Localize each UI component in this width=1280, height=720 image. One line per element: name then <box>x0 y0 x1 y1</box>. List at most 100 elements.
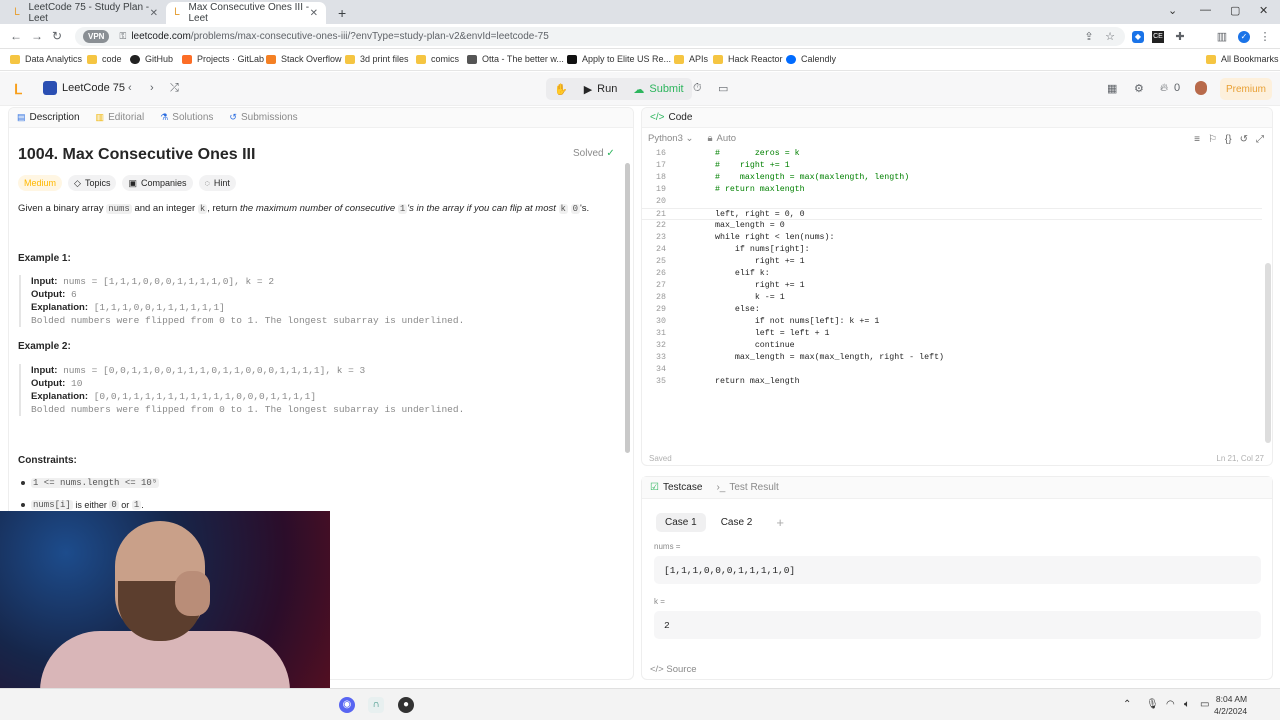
minimize-icon[interactable]: — <box>1200 4 1211 16</box>
submit-button[interactable]: ☁ Submit <box>625 78 691 100</box>
avatar[interactable] <box>1195 81 1207 95</box>
premium-button[interactable]: Premium <box>1220 78 1272 100</box>
study-plan-link[interactable]: LeetCode 75 <box>43 81 125 95</box>
new-tab-button[interactable]: + <box>330 2 354 24</box>
timer-icon[interactable]: ⏱ <box>693 82 702 95</box>
browser-tab-study-plan[interactable]: ᒪ LeetCode 75 - Study Plan - Leet ✕ <box>6 2 166 24</box>
bookmark-apis[interactable]: APIs <box>674 54 708 64</box>
browser-tab-problem[interactable]: ᒪ Max Consecutive Ones III - Leet ✕ <box>166 2 326 24</box>
fullscreen-icon[interactable]: ⤢ <box>1256 134 1264 145</box>
close-icon[interactable]: ✕ <box>150 8 158 19</box>
bookmark-comics[interactable]: comics <box>416 54 459 64</box>
code-line[interactable]: 24 if nums[right]: <box>642 244 1262 256</box>
vpn-badge[interactable]: VPN <box>83 30 110 43</box>
bookmark-stack-overflow[interactable]: Stack Overflow <box>266 54 342 64</box>
code-line[interactable]: 17 # right += 1 <box>642 160 1262 172</box>
forward-icon[interactable]: → <box>31 29 43 43</box>
code-tab[interactable]: </> Code <box>642 108 1272 128</box>
menu-dots-icon[interactable]: ⋮ <box>1259 31 1271 43</box>
site-info-icon[interactable]: ⚿ <box>119 31 126 42</box>
chevron-down-icon[interactable]: ⌄ <box>1168 4 1177 17</box>
code-line[interactable]: 19 # return maxlength <box>642 184 1262 196</box>
bookmark-gitlab[interactable]: Projects · GitLab <box>182 54 264 64</box>
tab-description[interactable]: ▤ Description <box>17 112 80 123</box>
close-window-icon[interactable]: ✕ <box>1259 4 1268 17</box>
code-line[interactable]: 31 left = left + 1 <box>642 328 1262 340</box>
code-line[interactable]: 22 max_length = 0 <box>642 220 1262 232</box>
editor-scrollbar[interactable] <box>1265 263 1271 443</box>
bookmark-3d-print[interactable]: 3d print files <box>345 54 409 64</box>
code-line[interactable]: 16 # zeros = k <box>642 148 1262 160</box>
battery-icon[interactable]: ▭ <box>1200 699 1209 710</box>
topics-button[interactable]: ◇ Topics <box>68 175 117 191</box>
bookmark-github[interactable]: GitHub <box>130 54 173 64</box>
chevron-up-icon[interactable]: ⌃ <box>1123 699 1131 710</box>
case-1-tab[interactable]: Case 1 <box>656 513 706 532</box>
debug-button[interactable]: ✋ <box>546 78 576 100</box>
scrollbar[interactable] <box>625 163 630 453</box>
settings-gear-icon[interactable]: ⚙ <box>1134 82 1144 95</box>
run-button[interactable]: ▶ Run <box>576 78 626 100</box>
language-select[interactable]: Python3 ⌄ <box>648 133 693 144</box>
share-icon[interactable]: ⇪ <box>1083 31 1095 43</box>
reset-icon[interactable]: ↺ <box>1240 134 1248 145</box>
companies-button[interactable]: ▣ Companies <box>122 175 193 191</box>
bookmark-data-analytics[interactable]: Data Analytics <box>10 54 82 64</box>
k-input[interactable]: 2 <box>654 611 1261 639</box>
close-icon[interactable]: ✕ <box>310 8 318 19</box>
tab-submissions[interactable]: ↺ Submissions <box>229 112 297 123</box>
clock[interactable]: 8:04 AM 4/2/2024 <box>1214 693 1247 717</box>
volume-icon[interactable]: 🔈︎ <box>1184 699 1190 710</box>
code-line[interactable]: 20 <box>642 196 1262 208</box>
code-line[interactable]: 33 max_length = max(max_length, right - … <box>642 352 1262 364</box>
tab-editorial[interactable]: ▥ Editorial <box>96 112 145 123</box>
app-icon[interactable]: ∩ <box>368 697 384 713</box>
source-link[interactable]: </> Source <box>650 664 697 675</box>
tab-testcase[interactable]: ☑ Testcase <box>650 482 702 493</box>
auto-mode[interactable]: Auto <box>717 133 737 144</box>
tab-test-result[interactable]: ›_ Test Result <box>716 482 778 493</box>
url-bar[interactable]: VPN ⚿ leetcode.com/problems/max-consecut… <box>75 27 1125 46</box>
code-line[interactable]: 28 k -= 1 <box>642 292 1262 304</box>
code-line[interactable]: 32 continue <box>642 340 1262 352</box>
all-bookmarks[interactable]: All Bookmarks <box>1206 54 1279 64</box>
wifi-icon[interactable]: ◠ <box>1166 699 1175 710</box>
maximize-icon[interactable]: ▢ <box>1230 4 1240 17</box>
shuffle-icon[interactable]: ⤮ <box>170 82 179 95</box>
profile-icon[interactable]: ✓ <box>1238 31 1250 43</box>
code-line[interactable]: 21 left, right = 0, 0 <box>642 208 1262 220</box>
layout-icon[interactable]: ▦ <box>1107 82 1117 95</box>
bookmark-icon[interactable]: ⚐ <box>1208 134 1217 145</box>
streak-fire-icon[interactable]: 🔥︎ <box>1160 82 1168 95</box>
star-icon[interactable]: ☆ <box>1104 31 1116 43</box>
discord-icon[interactable]: ◉ <box>339 697 355 713</box>
bookmark-calendly[interactable]: Calendly <box>786 54 836 64</box>
prev-problem-icon[interactable]: ‹ <box>128 82 132 94</box>
add-case-button[interactable]: + <box>767 511 793 534</box>
extension-ce-icon[interactable]: CE <box>1152 31 1164 43</box>
obs-icon[interactable]: ● <box>398 697 414 713</box>
case-2-tab[interactable]: Case 2 <box>712 513 762 532</box>
bookmark-code[interactable]: code <box>87 54 122 64</box>
code-line[interactable]: 30 if not nums[left]: k += 1 <box>642 316 1262 328</box>
bookmark-otta[interactable]: Otta - The better w... <box>467 54 564 64</box>
code-line[interactable]: 34 <box>642 364 1262 376</box>
reload-icon[interactable]: ↻ <box>52 29 62 43</box>
code-line[interactable]: 35 return max_length <box>642 376 1262 388</box>
braces-icon[interactable]: {} <box>1225 134 1232 145</box>
code-line[interactable]: 27 right += 1 <box>642 280 1262 292</box>
code-line[interactable]: 29 else: <box>642 304 1262 316</box>
code-area[interactable]: 16 # zeros = k 17 # right += 1 18 # maxlength… <box>642 148 1262 388</box>
code-line[interactable]: 25 right += 1 <box>642 256 1262 268</box>
hint-button[interactable]: ◌ Hint <box>198 175 236 191</box>
notes-icon[interactable]: ▭ <box>718 82 728 95</box>
bookmark-hack-reactor[interactable]: Hack Reactor <box>713 54 783 64</box>
bookmark-apply[interactable]: Apply to Elite US Re... <box>567 54 671 64</box>
microphone-icon[interactable]: 🎙︎ <box>1146 699 1159 710</box>
code-line[interactable]: 26 elif k: <box>642 268 1262 280</box>
tab-solutions[interactable]: ⚗ Solutions <box>160 112 213 123</box>
sidebar-icon[interactable]: ▥ <box>1216 31 1228 43</box>
next-problem-icon[interactable]: › <box>150 82 154 94</box>
nums-input[interactable]: [1,1,1,0,0,0,1,1,1,1,0] <box>654 556 1261 584</box>
extension-icon[interactable]: ◆ <box>1132 31 1144 43</box>
